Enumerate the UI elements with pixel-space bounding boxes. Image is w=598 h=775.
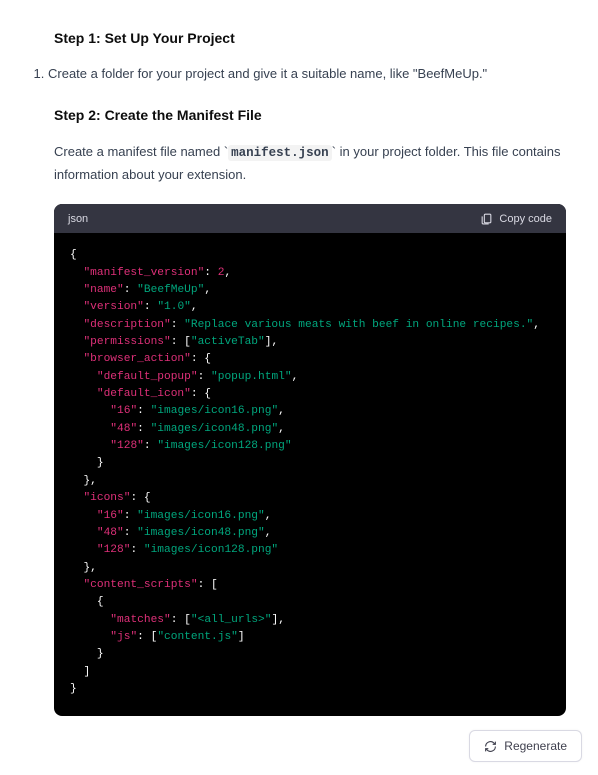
copy-code-button[interactable]: Copy code xyxy=(480,212,552,225)
code-content: { "manifest_version": 2, "name": "BeefMe… xyxy=(54,233,566,716)
step1-list: Create a folder for your project and giv… xyxy=(12,64,586,85)
step2-paragraph: Create a manifest file named `manifest.j… xyxy=(54,141,566,186)
regenerate-icon xyxy=(484,740,497,753)
step2-text-pre: Create a manifest file named xyxy=(54,144,224,159)
regenerate-button[interactable]: Regenerate xyxy=(469,730,582,762)
step2-heading: Step 2: Create the Manifest File xyxy=(54,107,586,123)
copy-code-label: Copy code xyxy=(499,213,552,225)
step1-heading: Step 1: Set Up Your Project xyxy=(54,30,586,46)
code-block: json Copy code { "manifest_version": 2, … xyxy=(54,204,566,716)
step1-item: Create a folder for your project and giv… xyxy=(48,64,586,85)
regenerate-label: Regenerate xyxy=(504,739,567,753)
code-header: json Copy code xyxy=(54,204,566,233)
clipboard-icon xyxy=(480,212,493,225)
manifest-filename-code: manifest.json xyxy=(228,145,332,161)
code-lang-label: json xyxy=(68,213,88,225)
